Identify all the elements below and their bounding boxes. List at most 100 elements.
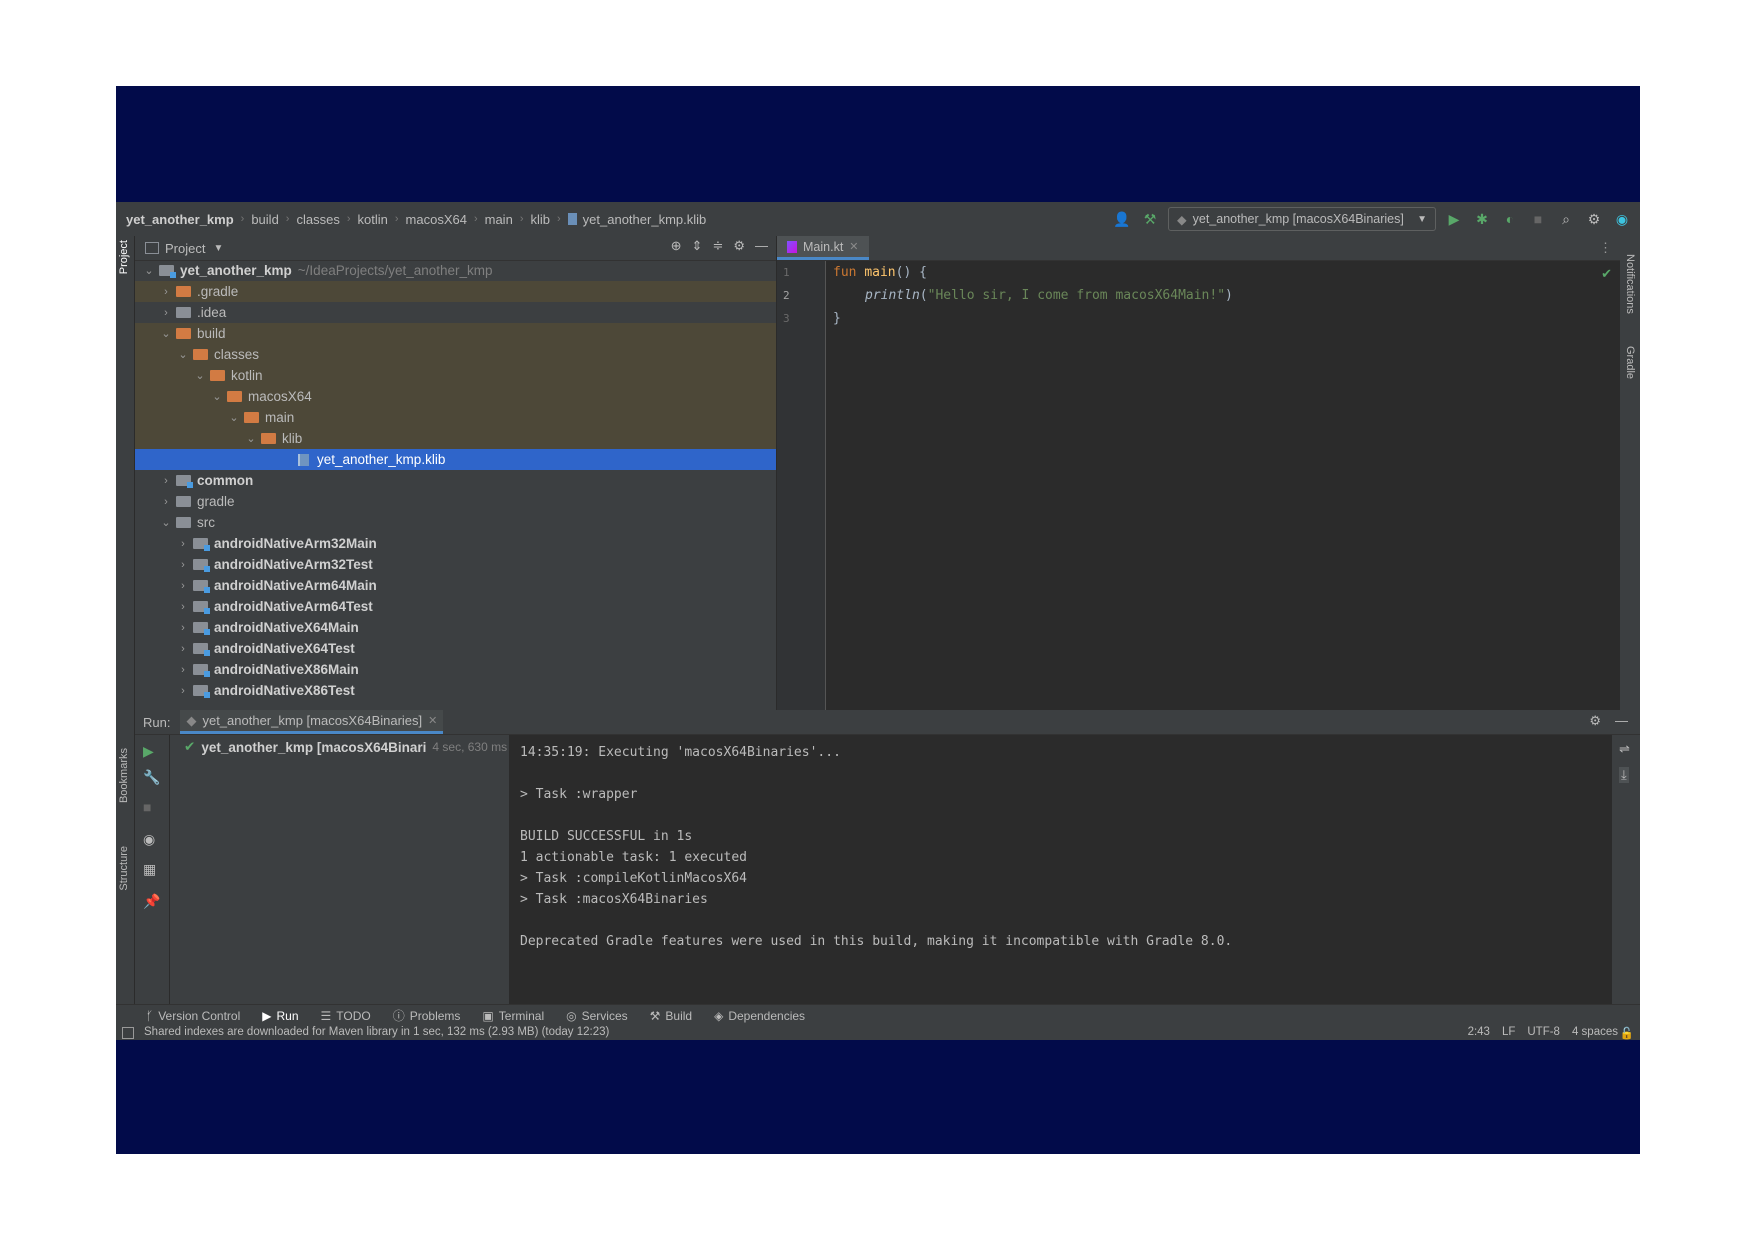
- status-message[interactable]: Shared indexes are downloaded for Maven …: [144, 1026, 609, 1038]
- coverage-icon[interactable]: ◐: [1500, 209, 1520, 229]
- chevron-down-icon[interactable]: ⌄: [211, 390, 223, 403]
- close-icon[interactable]: ✕: [849, 240, 858, 253]
- gear-icon[interactable]: ⚙: [733, 238, 745, 254]
- chevron-right-icon[interactable]: ›: [177, 559, 189, 571]
- run-configuration-select[interactable]: ◆ yet_another_kmp [macosX64Binaries] ▼: [1168, 207, 1436, 231]
- chevron-down-icon[interactable]: ⌄: [177, 348, 189, 361]
- chevron-down-icon[interactable]: ⌄: [245, 432, 257, 445]
- tree-item-main[interactable]: ⌄ main: [135, 407, 776, 428]
- chevron-down-icon[interactable]: ▼: [213, 243, 223, 254]
- chevron-right-icon[interactable]: ›: [177, 601, 189, 613]
- stop-icon[interactable]: ■: [143, 799, 151, 815]
- line-separator[interactable]: LF: [1502, 1026, 1515, 1038]
- tree-item-build[interactable]: ⌄ build: [135, 323, 776, 344]
- notifications-tool-button[interactable]: Notifications: [1624, 254, 1636, 314]
- breadcrumb-item[interactable]: main ›: [485, 212, 531, 227]
- tab-problems[interactable]: ⓘ Problems: [393, 1007, 461, 1024]
- tree-item-klib[interactable]: ⌄ klib: [135, 428, 776, 449]
- bookmarks-tool-button[interactable]: Bookmarks: [118, 748, 130, 803]
- scroll-to-end-icon[interactable]: ⤓: [1619, 767, 1629, 783]
- chevron-right-icon[interactable]: ›: [160, 475, 172, 487]
- breadcrumb-item[interactable]: build ›: [251, 212, 296, 227]
- tab-terminal[interactable]: ▣ Terminal: [482, 1009, 544, 1023]
- tree-item-sourceset[interactable]: › androidNativeArm64Test: [135, 596, 776, 617]
- tab-build[interactable]: ⚒ Build: [650, 1009, 692, 1023]
- tree-item-macosx64[interactable]: ⌄ macosX64: [135, 386, 776, 407]
- chevron-right-icon[interactable]: ›: [177, 643, 189, 655]
- gear-icon[interactable]: ⚙: [1589, 713, 1601, 729]
- chevron-right-icon[interactable]: ›: [160, 286, 172, 298]
- tree-item-sourceset[interactable]: › androidNativeX64Main: [135, 617, 776, 638]
- more-options-icon[interactable]: ⋮: [1599, 240, 1612, 256]
- breadcrumb-item[interactable]: klib ›: [530, 212, 567, 227]
- breadcrumb-item[interactable]: kotlin ›: [358, 212, 406, 227]
- console-output[interactable]: 14:35:19: Executing 'macosX64Binaries'..…: [510, 735, 1436, 979]
- tree-item-sourceset[interactable]: › androidNativeX64Test: [135, 638, 776, 659]
- chevron-right-icon[interactable]: ›: [160, 307, 172, 319]
- chevron-down-icon[interactable]: ⌄: [228, 411, 240, 424]
- locate-icon[interactable]: ⊕: [671, 238, 682, 254]
- no-problems-check-icon[interactable]: ✔: [1601, 266, 1612, 282]
- run-icon[interactable]: ▶: [1444, 209, 1464, 229]
- structure-tool-button[interactable]: Structure: [118, 846, 130, 891]
- chevron-right-icon[interactable]: ›: [160, 496, 172, 508]
- gear-icon[interactable]: ⚙: [1584, 209, 1604, 229]
- chevron-down-icon[interactable]: ⌄: [194, 369, 206, 382]
- tree-item-idea[interactable]: › .idea: [135, 302, 776, 323]
- chevron-right-icon[interactable]: ›: [177, 538, 189, 550]
- project-view-select[interactable]: Project: [165, 241, 205, 256]
- tree-item-sourceset[interactable]: › androidNativeX86Test: [135, 680, 776, 701]
- tree-item-gradle[interactable]: › gradle: [135, 491, 776, 512]
- chevron-right-icon[interactable]: ›: [177, 580, 189, 592]
- tree-item-gradle-dir[interactable]: › .gradle: [135, 281, 776, 302]
- search-icon[interactable]: ⌕: [1556, 209, 1576, 229]
- eye-icon[interactable]: ◉: [143, 831, 155, 848]
- chevron-right-icon[interactable]: ›: [177, 622, 189, 634]
- breadcrumb-item[interactable]: yet_another_kmp.klib: [567, 212, 706, 227]
- tree-item-sourceset[interactable]: › androidNativeArm32Test: [135, 554, 776, 575]
- build-hammer-icon[interactable]: ⚒: [1140, 209, 1160, 229]
- jetbrains-logo-icon[interactable]: ◉: [1612, 209, 1632, 229]
- user-icon[interactable]: 👤: [1112, 209, 1132, 229]
- breadcrumb-item[interactable]: yet_another_kmp ›: [126, 212, 251, 227]
- lock-icon[interactable]: 🔓: [1620, 1026, 1634, 1040]
- run-tab[interactable]: ◆ yet_another_kmp [macosX64Binaries] ✕: [180, 710, 444, 734]
- tree-item-klib-file[interactable]: yet_another_kmp.klib: [135, 449, 776, 470]
- tree-item-sourceset[interactable]: › androidNativeX86Main: [135, 659, 776, 680]
- tree-item-src[interactable]: ⌄ src: [135, 512, 776, 533]
- run-tree-item[interactable]: ✔ yet_another_kmp [macosX64Binari 4 sec,…: [184, 739, 507, 755]
- breadcrumb-item[interactable]: classes ›: [296, 212, 357, 227]
- tab-main-kt[interactable]: Main.kt ✕: [777, 236, 869, 260]
- layout-icon[interactable]: ▦: [143, 861, 156, 878]
- chevron-right-icon[interactable]: ›: [177, 685, 189, 697]
- minimize-icon[interactable]: —: [1615, 713, 1628, 729]
- breadcrumb-item[interactable]: macosX64 ›: [406, 212, 485, 227]
- chevron-down-icon[interactable]: ⌄: [160, 516, 172, 529]
- tab-services[interactable]: ◎ Services: [566, 1009, 628, 1023]
- caret-position[interactable]: 2:43: [1468, 1026, 1490, 1038]
- chevron-down-icon[interactable]: ⌄: [160, 327, 172, 340]
- soft-wrap-icon[interactable]: ⇌: [1619, 741, 1630, 757]
- expand-all-icon[interactable]: ⇕: [692, 238, 703, 254]
- code-area[interactable]: fun main() { println("Hello sir, I come …: [833, 261, 1233, 330]
- tree-item-sourceset[interactable]: › androidNativeArm32Main: [135, 533, 776, 554]
- gradle-tool-button[interactable]: Gradle: [1624, 346, 1636, 379]
- tree-item-kotlin[interactable]: ⌄ kotlin: [135, 365, 776, 386]
- tree-item-root[interactable]: ⌄ yet_another_kmp ~/IdeaProjects/yet_anoth…: [135, 260, 776, 281]
- toggle-tool-windows-icon[interactable]: [122, 1027, 134, 1039]
- minimize-icon[interactable]: —: [755, 238, 768, 254]
- rerun-icon[interactable]: ▶: [143, 743, 154, 760]
- tree-item-common[interactable]: › common: [135, 470, 776, 491]
- debug-icon[interactable]: ✱: [1472, 209, 1492, 229]
- pin-icon[interactable]: 📌: [143, 893, 160, 910]
- tree-item-classes[interactable]: ⌄ classes: [135, 344, 776, 365]
- chevron-right-icon[interactable]: ›: [177, 664, 189, 676]
- tab-version-control[interactable]: ᚶ Version Control: [146, 1009, 240, 1023]
- close-icon[interactable]: ✕: [428, 714, 437, 727]
- file-encoding[interactable]: UTF-8: [1527, 1026, 1560, 1038]
- tab-todo[interactable]: ☰ TODO: [321, 1009, 371, 1023]
- tab-dependencies[interactable]: ◈ Dependencies: [714, 1009, 805, 1023]
- indent-setting[interactable]: 4 spaces: [1572, 1026, 1618, 1038]
- chevron-down-icon[interactable]: ⌄: [143, 264, 155, 277]
- stop-icon[interactable]: ■: [1528, 209, 1548, 229]
